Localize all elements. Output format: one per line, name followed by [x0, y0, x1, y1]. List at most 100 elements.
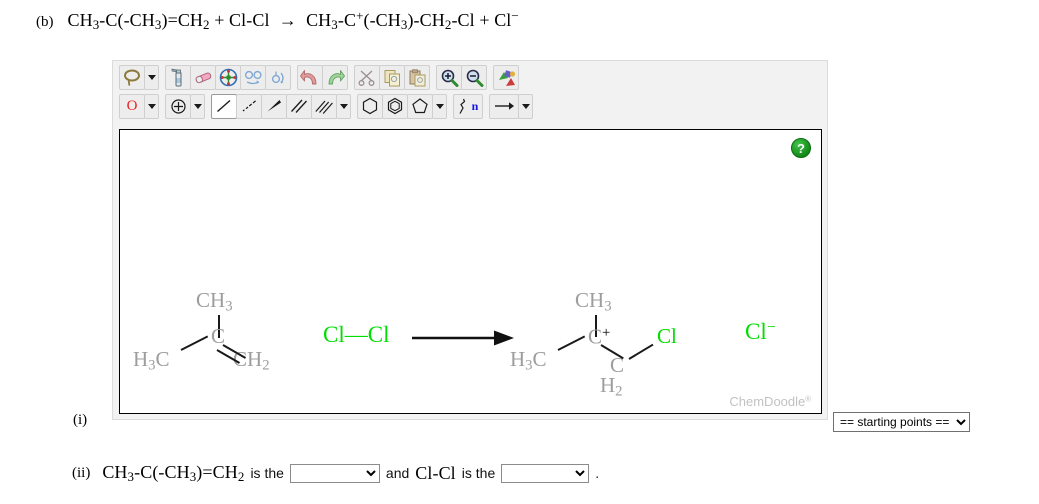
double-bond-icon [291, 99, 307, 113]
sketcher-canvas[interactable]: ? CH3 C H3C CH2 Cl—Cl CH3 C+ H3C C H2 Cl… [119, 129, 822, 414]
toolbar-group-edit [165, 65, 291, 90]
toolbar-group-history [297, 65, 348, 90]
toolbar-group-charge [165, 93, 205, 119]
zoom-out-button[interactable] [461, 65, 487, 90]
bond-tool-caret[interactable] [336, 93, 351, 119]
toolbar-group-arrow [489, 93, 533, 119]
toolbar-group-bonds [211, 93, 351, 119]
spray-bottle-icon [171, 68, 181, 87]
toolbar-group-rings [357, 93, 447, 119]
chain-n-icon [459, 98, 465, 114]
lasso-select-caret[interactable] [144, 65, 159, 90]
benzene-ring-tool[interactable] [357, 93, 383, 119]
hash-bond-tool[interactable] [236, 93, 262, 119]
chain-tool[interactable]: n [453, 93, 483, 119]
lasso-icon [123, 69, 140, 86]
lasso-select-tool[interactable] [119, 65, 145, 90]
element-tool-caret[interactable] [144, 93, 159, 119]
paste-button[interactable] [404, 65, 430, 90]
arrow-tool[interactable] [489, 93, 519, 119]
toolbar-group-element: O [119, 93, 159, 119]
part-ii-period: . [595, 465, 600, 482]
paste-icon [409, 68, 425, 86]
triple-bond-icon [315, 100, 333, 114]
flip-horizontal-icon [244, 70, 262, 84]
scissors-icon [358, 70, 374, 86]
copy-icon [384, 69, 400, 86]
center-tool[interactable] [215, 65, 241, 90]
charge-circle-icon [170, 98, 186, 114]
single-bond-icon [217, 99, 231, 113]
watermark-registered-mark: ® [805, 394, 811, 404]
atom-label-h2: H2 [600, 373, 623, 400]
right-arrow-icon [495, 102, 514, 110]
bond-methyl-left-product [557, 335, 586, 351]
clear-tool[interactable] [165, 65, 191, 90]
eraser-icon [195, 71, 211, 83]
part-ii-answer-select-2[interactable] [501, 463, 590, 483]
watermark-text: ChemDoodle [729, 394, 806, 409]
part-ii-label: (ii) [72, 464, 91, 481]
chain-n-label: n [471, 98, 479, 113]
cut-button[interactable] [354, 65, 380, 90]
part-ii-reactant-2: Cl-Cl [415, 462, 456, 483]
redo-arrow-icon [328, 70, 345, 85]
hashed-bond-icon [242, 100, 256, 112]
part-ii-text-2: is the [461, 465, 496, 482]
flip-vertical-icon [271, 71, 284, 83]
element-letter-icon: O [126, 97, 138, 114]
flip-horizontal-tool[interactable] [240, 65, 266, 90]
part-ii-conjunction: and [385, 465, 410, 482]
wedge-bond-tool[interactable] [261, 93, 287, 119]
redo-button[interactable] [322, 65, 348, 90]
part-b-label: (b) [36, 13, 54, 30]
atom-label-h3c-left: H3C [133, 347, 170, 374]
toolbar-group-chain: n [453, 93, 483, 119]
undo-arrow-icon [300, 70, 317, 85]
toolbar-group-zoom [436, 65, 487, 90]
charge-tool-caret[interactable] [190, 93, 205, 119]
copy-button[interactable] [379, 65, 405, 90]
question-part-b: (b) CH3-C(-CH3)=CH2 + Cl-Cl → CH3-C+(-CH3… [36, 8, 519, 33]
center-molecule-icon [219, 68, 237, 87]
arrow-tool-caret[interactable] [518, 93, 533, 119]
part-ii-answer-select-1[interactable] [289, 463, 380, 483]
help-button[interactable]: ? [791, 138, 811, 158]
triple-bond-tool[interactable] [311, 93, 337, 119]
question-part-ii: (ii) CH3-C(-CH3)=CH2 is the and Cl-Cl is… [72, 462, 605, 485]
hexagon-icon [362, 97, 378, 115]
cyclopentane-tool[interactable] [407, 93, 433, 119]
toolbar-group-select [119, 65, 159, 90]
ring-tool-caret[interactable] [432, 93, 447, 119]
zoom-in-button[interactable] [436, 65, 462, 90]
chemdoodle-sketcher[interactable]: O n ? CH3 C H3C CH2 Cl—Cl CH3 C+ H3C C H… [112, 60, 828, 420]
part-ii-reactant-1: CH3-C(-CH3)=CH2 [102, 462, 245, 484]
sketcher-toolbar-row-2: O n [113, 91, 827, 120]
undo-button[interactable] [297, 65, 323, 90]
reaction-arrow-icon [412, 330, 514, 346]
toolbar-group-clipboard [354, 65, 430, 90]
part-ii-text-1: is the [250, 465, 284, 482]
starting-points-select[interactable]: == starting points == [833, 412, 970, 432]
flip-vertical-tool[interactable] [265, 65, 291, 90]
chloride-ion-label: Cl− [745, 319, 776, 345]
double-bond-tool[interactable] [286, 93, 312, 119]
color-tool[interactable] [493, 65, 519, 90]
atom-label-c-plus: C+ [588, 324, 611, 349]
toolbar-group-color [493, 65, 519, 90]
bond-methyl-left [180, 335, 209, 351]
erase-tool[interactable] [190, 65, 216, 90]
element-tool[interactable]: O [119, 93, 145, 119]
part-i-label: (i) [73, 412, 88, 428]
charge-tool[interactable] [165, 93, 191, 119]
single-bond-tool[interactable] [211, 93, 237, 119]
chlorine-molecule-label: Cl—Cl [323, 322, 390, 347]
aromatic-hexagon-icon [387, 97, 403, 115]
color-palette-icon [498, 69, 515, 86]
chemdoodle-watermark: ChemDoodle® [729, 394, 811, 409]
magnifier-minus-icon [466, 69, 483, 87]
reaction-arrow[interactable] [410, 325, 516, 356]
part-b-equation: CH3-C(-CH3)=CH2 + Cl-Cl → CH3-C+(-CH3)-C… [67, 8, 519, 32]
aromatic-ring-tool[interactable] [382, 93, 408, 119]
atom-label-cl-product: Cl [657, 324, 677, 348]
